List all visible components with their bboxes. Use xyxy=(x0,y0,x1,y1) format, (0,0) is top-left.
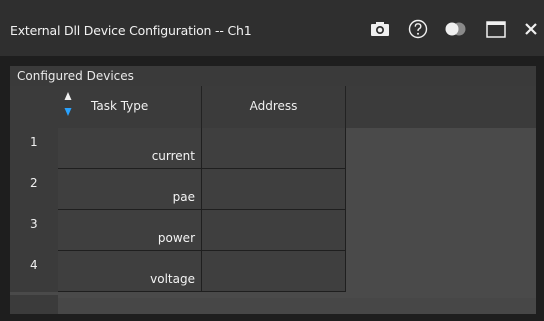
row-number: 4 xyxy=(10,251,58,292)
task-type-cell[interactable]: power xyxy=(58,210,202,251)
address-cell[interactable] xyxy=(202,210,346,251)
column-header-task-type[interactable]: Task Type xyxy=(58,86,202,128)
window-titlebar: External Dll Device Configuration -- Ch1 xyxy=(0,0,544,56)
camera-icon[interactable] xyxy=(367,18,393,40)
row-number: 2 xyxy=(10,169,58,210)
table-footer-row-header xyxy=(10,295,58,314)
column-header-label: Task Type xyxy=(91,99,149,113)
help-icon[interactable] xyxy=(405,18,431,40)
maximize-icon[interactable] xyxy=(484,18,508,40)
sort-icon[interactable] xyxy=(64,90,72,120)
toggle-icon[interactable] xyxy=(441,18,471,40)
address-cell[interactable] xyxy=(202,251,346,292)
row-number: 3 xyxy=(10,210,58,251)
task-type-cell[interactable]: pae xyxy=(58,169,202,210)
table-header-corner xyxy=(10,86,58,128)
row-number: 1 xyxy=(10,128,58,169)
window-title: External Dll Device Configuration -- Ch1 xyxy=(10,23,252,38)
task-type-cell[interactable]: current xyxy=(58,128,202,169)
section-title: Configured Devices xyxy=(10,66,536,86)
table-header-filler xyxy=(346,86,536,128)
column-header-address[interactable]: Address xyxy=(202,86,346,128)
task-type-cell[interactable]: voltage xyxy=(58,251,202,292)
address-cell[interactable] xyxy=(202,169,346,210)
close-icon[interactable] xyxy=(520,18,542,40)
address-cell[interactable] xyxy=(202,128,346,169)
